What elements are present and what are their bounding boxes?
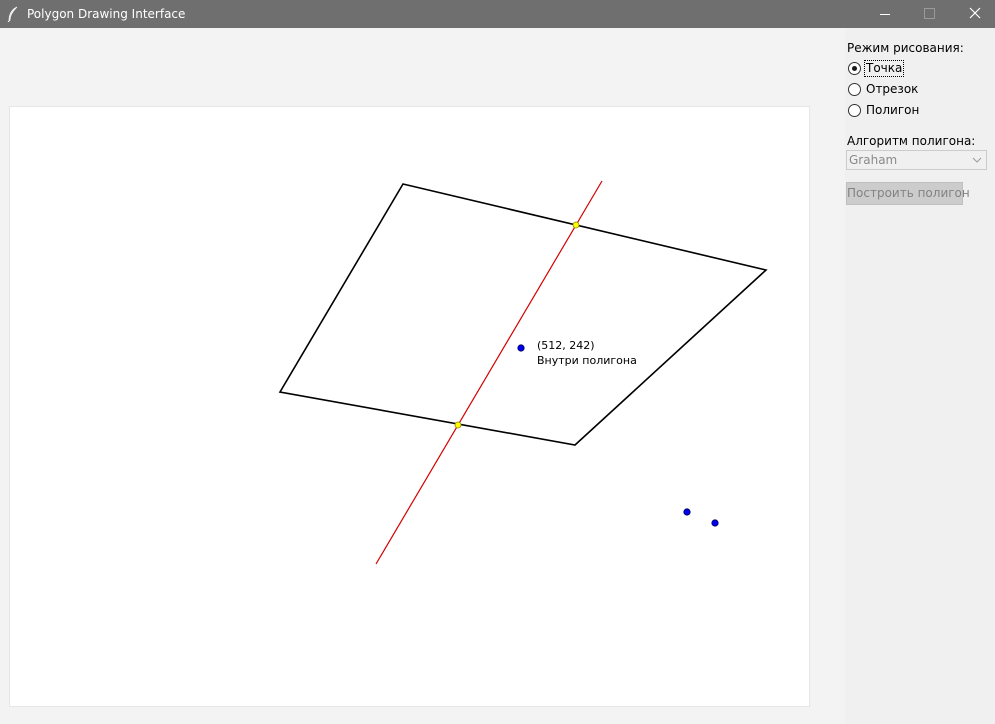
radio-selected-icon — [848, 62, 861, 75]
algorithm-select[interactable]: Graham — [846, 150, 987, 170]
mode-radio-polygon-label: Полигон — [866, 103, 920, 117]
close-icon — [969, 7, 981, 19]
control-panel: Режим рисования: Точка Отрезок Полигон А… — [845, 28, 995, 724]
mode-radio-segment[interactable]: Отрезок — [847, 81, 987, 99]
intersection-point-top — [572, 221, 580, 229]
drawing-mode-label: Режим рисования: — [847, 41, 964, 55]
app-window: Polygon Drawing Interface (512, 242) Вну… — [0, 0, 995, 724]
point-status-label: Внутри полигона — [537, 354, 637, 367]
mode-radio-segment-label: Отрезок — [866, 82, 919, 96]
mode-radio-point-label: Точка — [863, 60, 905, 77]
mode-radio-polygon[interactable]: Полигон — [847, 102, 987, 120]
window-title: Polygon Drawing Interface — [27, 7, 186, 21]
radio-unselected-icon — [848, 104, 861, 117]
point-inside — [517, 344, 525, 352]
intersection-point-bottom — [454, 421, 462, 429]
red-segment — [375, 180, 603, 565]
canvas-graphics — [278, 180, 768, 565]
minimize-icon — [880, 14, 890, 15]
maximize-button[interactable] — [908, 0, 954, 28]
point-outside-2 — [711, 519, 719, 527]
maximize-icon — [924, 8, 935, 19]
drawing-area: (512, 242) Внутри полигона — [0, 28, 845, 724]
drawing-canvas[interactable]: (512, 242) Внутри полигона — [9, 106, 810, 707]
minimize-button[interactable] — [862, 0, 908, 28]
polygon-algorithm-label: Алгоритм полигона: — [847, 134, 976, 148]
chevron-down-icon[interactable] — [968, 151, 986, 169]
mode-radio-point[interactable]: Точка — [847, 60, 987, 78]
close-button[interactable] — [952, 0, 995, 28]
feather-icon — [6, 6, 20, 23]
algorithm-select-value: Graham — [849, 153, 898, 167]
title-bar: Polygon Drawing Interface — [0, 0, 995, 28]
build-polygon-button[interactable]: Построить полигон — [846, 182, 970, 205]
radio-unselected-icon — [848, 83, 861, 96]
point-coordinates-label: (512, 242) — [537, 339, 595, 352]
point-outside-1 — [683, 508, 691, 516]
